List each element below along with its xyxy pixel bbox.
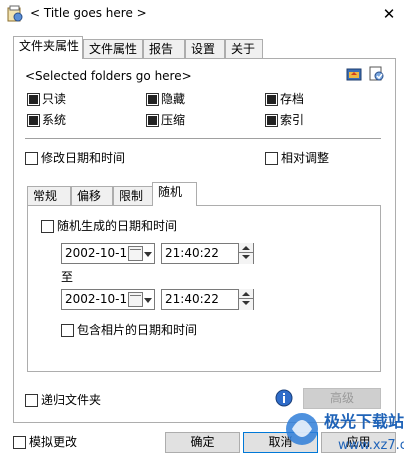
simulate-checkbox[interactable] <box>13 436 26 449</box>
random-generate-label: 随机生成的日期和时间 <box>57 219 178 233</box>
tab-settings[interactable]: 设置 <box>185 39 225 58</box>
to-date-picker[interactable]: 2002-10-15 <box>61 289 155 310</box>
close-button[interactable]: ✕ <box>372 0 406 28</box>
hidden-checkbox[interactable] <box>146 93 159 106</box>
to-time-value: 21:40:22 <box>165 292 219 306</box>
indexed-checkbox[interactable] <box>265 114 278 127</box>
from-date-value: 2002-10-15 <box>65 246 135 260</box>
info-icon[interactable] <box>275 389 293 407</box>
system-checkbox[interactable] <box>27 114 40 127</box>
advanced-button[interactable]: 高级 <box>303 388 381 409</box>
apply-button[interactable]: 应用 <box>321 432 396 453</box>
ok-button[interactable]: 确定 <box>165 432 240 453</box>
folder-browse-icon[interactable] <box>346 66 362 82</box>
tab-folder-attributes[interactable]: 文件夹属性 <box>13 36 83 59</box>
recursive-label: 递归文件夹 <box>41 393 102 407</box>
from-time-spinner[interactable] <box>238 243 253 264</box>
to-time-field[interactable]: 21:40:22 <box>161 289 254 310</box>
tab-limit[interactable]: 限制 <box>113 186 153 205</box>
calendar-icon[interactable] <box>128 292 143 307</box>
calendar-icon[interactable] <box>128 246 143 261</box>
archive-checkbox[interactable] <box>265 93 278 106</box>
tab-general[interactable]: 常规 <box>27 186 71 205</box>
recursive-checkbox[interactable] <box>25 394 38 407</box>
compressed-checkbox[interactable] <box>146 114 159 127</box>
indexed-label: 索引 <box>280 113 305 127</box>
to-label: 至 <box>61 270 74 284</box>
window-title: < Title goes here > <box>30 6 147 20</box>
system-label: 系统 <box>42 113 67 127</box>
folder-settings-icon[interactable] <box>368 65 385 82</box>
archive-label: 存档 <box>280 92 305 106</box>
cancel-button[interactable]: 取消 <box>243 432 318 453</box>
to-date-value: 2002-10-15 <box>65 292 135 306</box>
readonly-label: 只读 <box>42 92 67 106</box>
from-date-picker[interactable]: 2002-10-15 <box>61 243 155 264</box>
simulate-label: 模拟更改 <box>29 435 78 449</box>
from-time-value: 21:40:22 <box>165 246 219 260</box>
close-icon: ✕ <box>382 5 396 23</box>
modify-datetime-label: 修改日期和时间 <box>41 151 126 165</box>
relative-adjust-label: 相对调整 <box>281 151 330 165</box>
tab-file-attributes[interactable]: 文件属性 <box>83 39 143 58</box>
include-photo-checkbox[interactable] <box>61 324 74 337</box>
tab-about[interactable]: 关于 <box>225 39 263 58</box>
relative-adjust-checkbox[interactable] <box>265 152 278 165</box>
chevron-down-icon[interactable] <box>144 298 152 303</box>
app-icon <box>7 5 23 22</box>
separator <box>25 138 381 139</box>
tab-report[interactable]: 报告 <box>143 39 185 58</box>
selected-folders-label: <Selected folders go here> <box>25 69 192 83</box>
from-time-field[interactable]: 21:40:22 <box>161 243 254 264</box>
chevron-down-icon[interactable] <box>144 252 152 257</box>
compressed-label: 压缩 <box>161 113 186 127</box>
modify-datetime-checkbox[interactable] <box>25 152 38 165</box>
to-time-spinner[interactable] <box>238 289 253 310</box>
readonly-checkbox[interactable] <box>27 93 40 106</box>
hidden-label: 隐藏 <box>161 92 186 106</box>
tab-random[interactable]: 随机 <box>152 182 197 206</box>
tab-offset[interactable]: 偏移 <box>71 186 113 205</box>
random-generate-checkbox[interactable] <box>41 220 54 233</box>
include-photo-label: 包含相片的日期和时间 <box>77 323 198 337</box>
